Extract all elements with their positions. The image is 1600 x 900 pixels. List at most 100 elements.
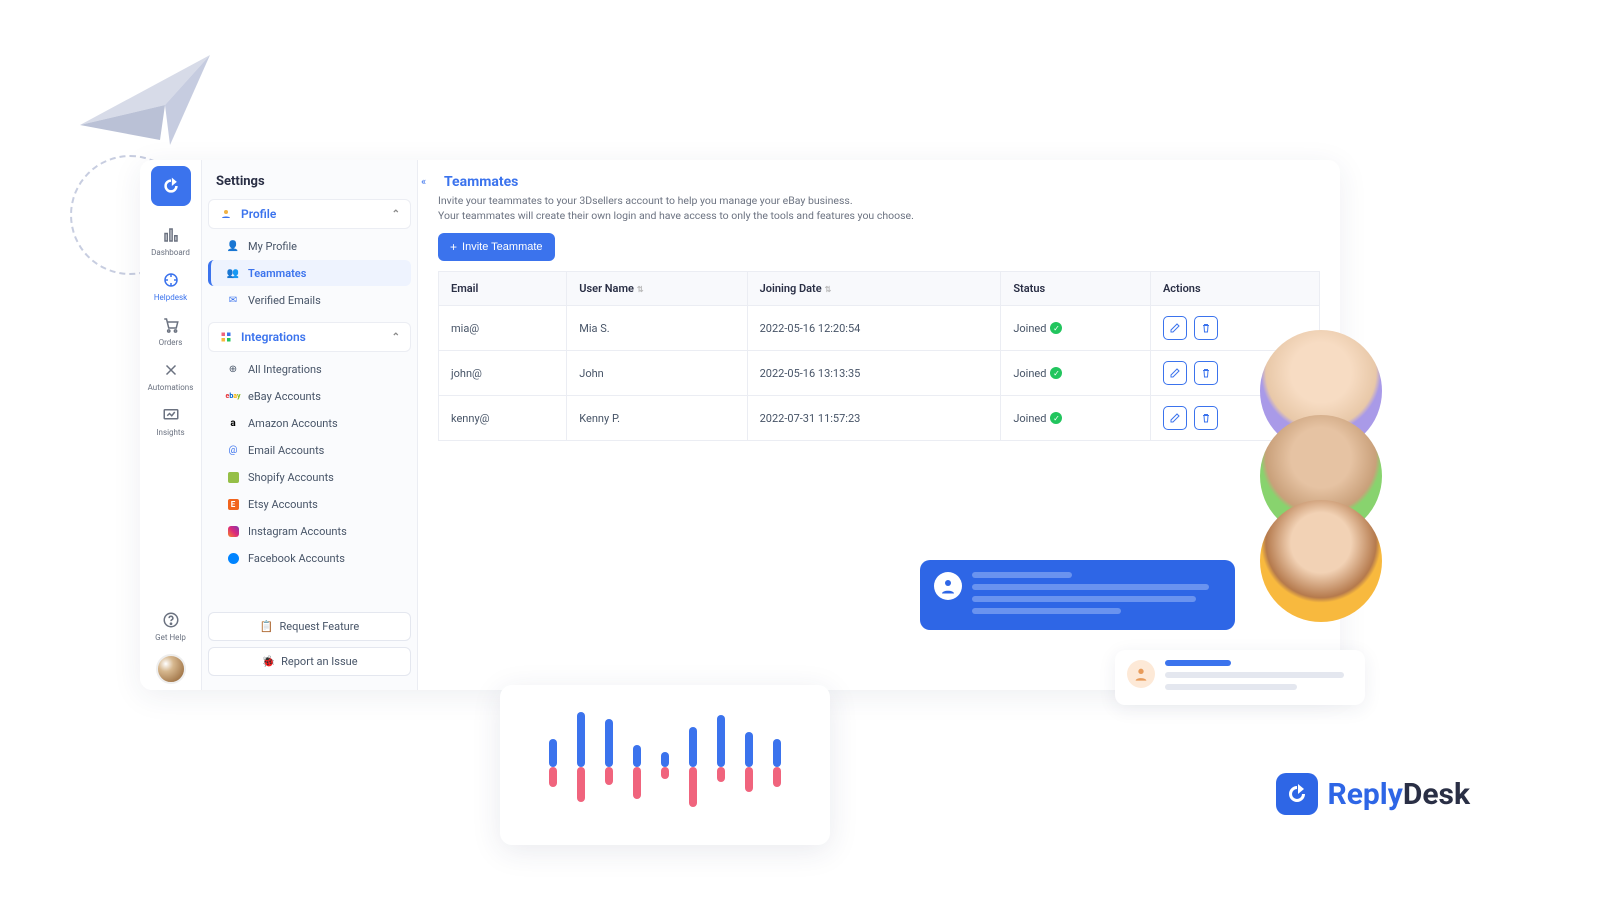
my-profile-icon: 👤 bbox=[226, 239, 240, 253]
cell-username: Mia S. bbox=[567, 306, 747, 351]
page-title: Teammates bbox=[444, 174, 1320, 190]
cell-username: Kenny P. bbox=[567, 396, 747, 441]
chart-bar bbox=[605, 707, 613, 827]
nav-orders-label: Orders bbox=[159, 338, 183, 347]
sidebar-item-label: Teammates bbox=[248, 267, 306, 280]
sidebar-item-verified-emails[interactable]: ✉ Verified Emails bbox=[208, 287, 411, 313]
sidebar-item-all-integrations[interactable]: ⊕ All Integrations bbox=[208, 356, 411, 382]
cell-email: john@ bbox=[439, 351, 567, 396]
cell-status: Joined✓ bbox=[1001, 396, 1151, 441]
sort-icon: ⇅ bbox=[825, 285, 832, 294]
instagram-icon bbox=[226, 524, 240, 538]
nav-dashboard-label: Dashboard bbox=[151, 248, 190, 257]
profile-icon bbox=[219, 207, 233, 221]
nav-get-help-label: Get Help bbox=[155, 633, 186, 642]
sidebar-item-label: Email Accounts bbox=[248, 444, 324, 457]
sidebar-item-my-profile[interactable]: 👤 My Profile bbox=[208, 233, 411, 259]
chart-bar bbox=[633, 707, 641, 827]
sidebar-item-etsy[interactable]: E Etsy Accounts bbox=[208, 491, 411, 517]
brand-logo-icon bbox=[1276, 773, 1318, 815]
main-nav: Dashboard Helpdesk Orders Automations In… bbox=[140, 160, 202, 690]
nav-insights[interactable]: Insights bbox=[140, 398, 201, 443]
cell-joining-date: 2022-05-16 13:13:35 bbox=[747, 351, 1001, 396]
paper-plane-icon bbox=[70, 45, 240, 159]
sidebar-item-label: My Profile bbox=[248, 240, 297, 253]
table-row: john@ John 2022-05-16 13:13:35 Joined✓ bbox=[439, 351, 1320, 396]
report-issue-icon: 🐞 bbox=[261, 655, 275, 668]
cell-joining-date: 2022-07-31 11:57:23 bbox=[747, 396, 1001, 441]
nav-helpdesk[interactable]: Helpdesk bbox=[140, 263, 201, 308]
chat-avatar-icon bbox=[934, 572, 962, 600]
sidebar-item-amazon[interactable]: a Amazon Accounts bbox=[208, 410, 411, 436]
sort-icon: ⇅ bbox=[637, 285, 644, 294]
sidebar-item-shopify[interactable]: Shopify Accounts bbox=[208, 464, 411, 490]
sidebar-item-label: Shopify Accounts bbox=[248, 471, 334, 484]
automations-icon bbox=[160, 359, 182, 381]
brand-name: ReplyDesk bbox=[1328, 777, 1470, 812]
request-feature-button[interactable]: 📋 Request Feature bbox=[208, 612, 411, 641]
chevron-up-icon: ⌃ bbox=[392, 332, 400, 343]
edit-button[interactable] bbox=[1163, 406, 1187, 430]
settings-sidebar: Settings Profile ⌃ 👤 My Profile 👥 Teamma… bbox=[202, 160, 418, 690]
section-profile-label: Profile bbox=[241, 207, 276, 221]
delete-button[interactable] bbox=[1194, 316, 1218, 340]
nav-automations-label: Automations bbox=[148, 383, 194, 392]
nav-orders[interactable]: Orders bbox=[140, 308, 201, 353]
shopify-icon bbox=[226, 470, 240, 484]
sidebar-item-ebay[interactable]: ebay eBay Accounts bbox=[208, 383, 411, 409]
chart-bar bbox=[549, 707, 557, 827]
insights-icon bbox=[160, 404, 182, 426]
edit-button[interactable] bbox=[1163, 316, 1187, 340]
nav-helpdesk-label: Helpdesk bbox=[154, 293, 187, 302]
th-actions: Actions bbox=[1150, 272, 1319, 306]
sidebar-item-instagram[interactable]: Instagram Accounts bbox=[208, 518, 411, 544]
chart-bar bbox=[717, 707, 725, 827]
email-icon: @ bbox=[226, 443, 240, 457]
cell-joining-date: 2022-05-16 12:20:54 bbox=[747, 306, 1001, 351]
nav-automations[interactable]: Automations bbox=[140, 353, 201, 398]
section-profile[interactable]: Profile ⌃ bbox=[208, 199, 411, 229]
delete-button[interactable] bbox=[1194, 406, 1218, 430]
check-icon: ✓ bbox=[1050, 367, 1062, 379]
edit-button[interactable] bbox=[1163, 361, 1187, 385]
th-username[interactable]: User Name⇅ bbox=[567, 272, 747, 306]
facebook-icon bbox=[226, 551, 240, 565]
check-icon: ✓ bbox=[1050, 412, 1062, 424]
chat-bubble-white bbox=[1115, 650, 1365, 705]
invite-teammate-label: Invite Teammate bbox=[462, 241, 543, 253]
nav-insights-label: Insights bbox=[156, 428, 184, 437]
teammates-icon: 👥 bbox=[226, 266, 240, 280]
th-email[interactable]: Email bbox=[439, 272, 567, 306]
app-logo[interactable] bbox=[151, 166, 191, 206]
sidebar-item-label: Instagram Accounts bbox=[248, 525, 347, 538]
chevron-up-icon: ⌃ bbox=[392, 209, 400, 220]
cell-email: kenny@ bbox=[439, 396, 567, 441]
help-icon bbox=[160, 609, 182, 631]
th-status[interactable]: Status bbox=[1001, 272, 1151, 306]
report-issue-button[interactable]: 🐞 Report an Issue bbox=[208, 647, 411, 676]
brand-logo-footer: ReplyDesk bbox=[1276, 773, 1470, 815]
sidebar-item-facebook[interactable]: Facebook Accounts bbox=[208, 545, 411, 571]
cell-username: John bbox=[567, 351, 747, 396]
sidebar-item-teammates[interactable]: 👥 Teammates bbox=[208, 260, 411, 286]
th-joining-date[interactable]: Joining Date⇅ bbox=[747, 272, 1001, 306]
delete-button[interactable] bbox=[1194, 361, 1218, 385]
chart-bar bbox=[773, 707, 781, 827]
user-avatar[interactable] bbox=[156, 654, 186, 684]
sidebar-item-label: All Integrations bbox=[248, 363, 322, 376]
cell-status: Joined✓ bbox=[1001, 351, 1151, 396]
avatar-decoration-3 bbox=[1260, 500, 1382, 622]
orders-icon bbox=[160, 314, 182, 336]
sidebar-item-label: Etsy Accounts bbox=[248, 498, 318, 511]
sidebar-item-email[interactable]: @ Email Accounts bbox=[208, 437, 411, 463]
ebay-icon: ebay bbox=[226, 389, 240, 403]
chat-avatar-icon bbox=[1127, 660, 1155, 688]
chat-bubble-blue bbox=[920, 560, 1235, 630]
nav-dashboard[interactable]: Dashboard bbox=[140, 218, 201, 263]
integrations-icon bbox=[219, 330, 233, 344]
section-integrations[interactable]: Integrations ⌃ bbox=[208, 322, 411, 352]
invite-teammate-button[interactable]: + Invite Teammate bbox=[438, 233, 555, 261]
chart-bar bbox=[661, 707, 669, 827]
nav-get-help[interactable]: Get Help bbox=[155, 603, 186, 648]
collapse-sidebar-button[interactable]: « bbox=[418, 172, 429, 191]
